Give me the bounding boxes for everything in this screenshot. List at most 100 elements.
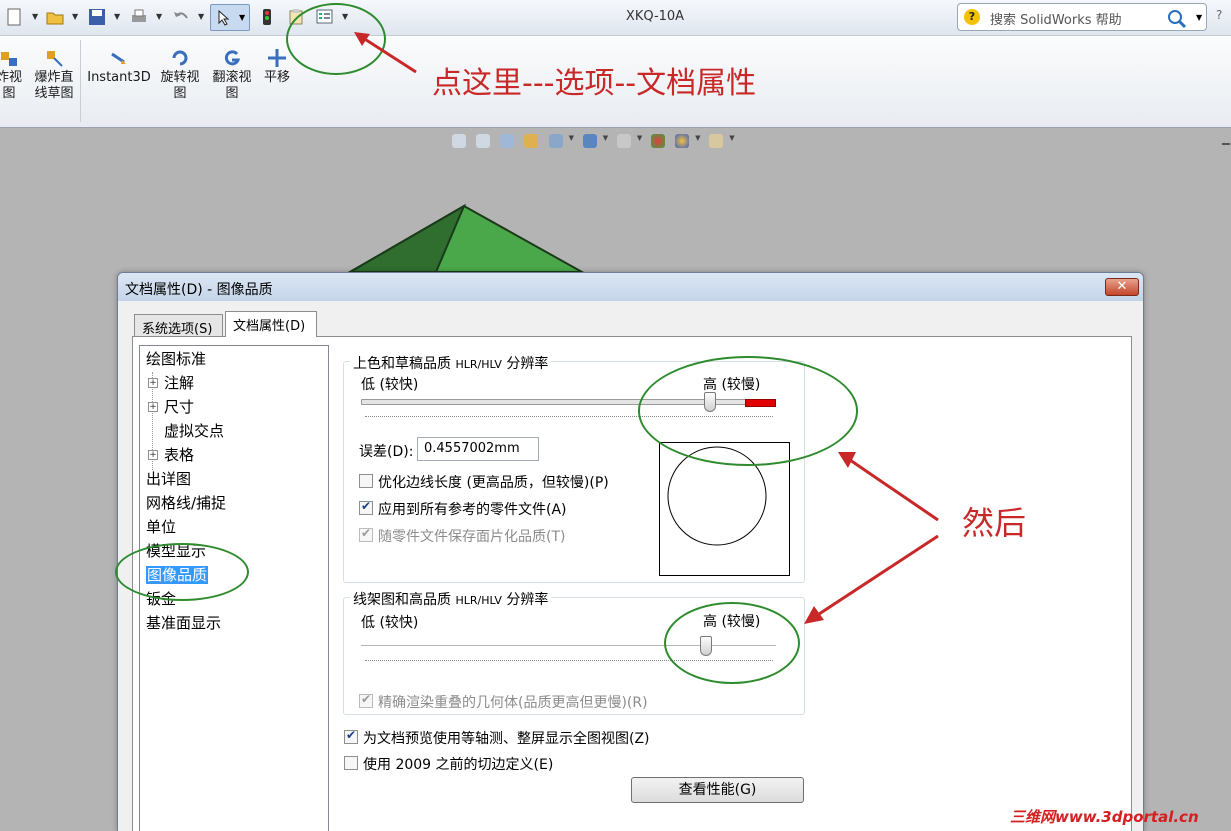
exploded-view-button[interactable]: 炸视 图 xyxy=(0,48,24,102)
apply-scene-icon[interactable] xyxy=(675,133,690,148)
tree-item-label: 绘图标准 xyxy=(146,350,207,368)
print-icon[interactable] xyxy=(130,8,148,26)
chevron-down-icon[interactable]: ▼ xyxy=(729,134,735,148)
tab-label: 系统选项(S) xyxy=(142,322,213,337)
tree-item-grid-snap[interactable]: 网格线/捕捉 xyxy=(146,492,226,514)
window-title: XKQ-10A xyxy=(625,9,685,24)
tree-item-label: 出详图 xyxy=(146,470,192,488)
tab-system-options[interactable]: 系统选项(S) xyxy=(134,314,223,337)
view-settings-icon[interactable] xyxy=(709,133,724,148)
cursor-arrow-icon xyxy=(218,10,230,26)
pan-arrows-icon xyxy=(268,49,286,67)
help-icon: ? xyxy=(964,9,980,25)
view-heads-up-toolbar: ▼ ▼ ▼ ▼ ▼ xyxy=(452,133,739,153)
expand-icon[interactable]: + xyxy=(148,402,158,412)
previous-view-icon[interactable] xyxy=(500,133,515,148)
zoom-to-fit-icon[interactable] xyxy=(452,133,466,148)
expand-icon[interactable]: + xyxy=(148,450,158,460)
explode-view-icon xyxy=(1,52,17,66)
tree-item-plane-display[interactable]: 基准面显示 xyxy=(146,612,221,634)
ribbon-button-label: 图 xyxy=(173,86,187,101)
tree-item-units[interactable]: 单位 xyxy=(146,516,176,538)
pan-button[interactable]: 平移 xyxy=(260,48,294,86)
chevron-down-icon[interactable]: ▼ xyxy=(156,12,162,21)
group-title-tail: 分辨率 xyxy=(501,356,549,372)
group-title-small: HLR/HLV xyxy=(455,594,502,607)
chevron-down-icon[interactable]: ▼ xyxy=(72,12,78,21)
checkbox-label: 应用到所有参考的零件文件(A) xyxy=(378,502,567,518)
highlight-ellipse xyxy=(664,602,800,684)
edit-appearance-icon[interactable] xyxy=(650,133,665,148)
document-properties-dialog: 文档属性(D) - 图像品质 ✕ 系统选项(S) 文档属性(D) 绘图标准 + … xyxy=(117,272,1144,831)
explode-line-sketch-button[interactable]: 爆炸直 线草图 xyxy=(32,48,76,102)
ribbon-button-label: Instant3D xyxy=(87,70,151,85)
slider-low-label: 低 (较快) xyxy=(361,615,419,631)
rebuild-traffic-light-icon[interactable] xyxy=(258,8,276,26)
checkbox-label: 精确渲染重叠的几何体(品质更高但更慢)(R) xyxy=(378,695,648,711)
ribbon-button-label: 线草图 xyxy=(34,86,74,101)
tree-item-virtual-sharps[interactable]: 虚拟交点 xyxy=(146,420,224,442)
rotate-view-button[interactable]: 旋转视 图 xyxy=(157,48,203,102)
chevron-down-icon[interactable]: ▼ xyxy=(637,134,643,148)
dialog-titlebar[interactable]: 文档属性(D) - 图像品质 ✕ xyxy=(118,273,1143,301)
view-orientation-icon[interactable] xyxy=(548,133,563,148)
save-icon[interactable] xyxy=(88,8,106,26)
tree-item-drafting-standard[interactable]: 绘图标准 xyxy=(146,348,206,370)
close-button[interactable]: ✕ xyxy=(1105,278,1139,296)
instant3d-button[interactable]: Instant3D xyxy=(86,48,152,86)
chevron-down-icon[interactable]: ▼ xyxy=(32,12,38,21)
checkbox-label: 为文档预览使用等轴测、整屏显示全图视图(Z) xyxy=(363,731,650,747)
help-button[interactable]: ? xyxy=(1216,8,1222,22)
ribbon-button-label: 图 xyxy=(2,86,16,101)
tree-item-dimensions[interactable]: + 尺寸 xyxy=(146,396,194,418)
apply-to-referenced-parts-checkbox[interactable] xyxy=(359,499,373,515)
roll-view-button[interactable]: 翻滚视 图 xyxy=(209,48,255,102)
tab-label: 文档属性(D) xyxy=(233,319,306,334)
chevron-down-icon[interactable]: ▼ xyxy=(114,12,120,21)
open-folder-icon[interactable] xyxy=(46,8,64,26)
chevron-down-icon[interactable]: ▼ xyxy=(569,134,575,148)
precise-overlap-render-checkbox xyxy=(359,692,373,708)
ribbon-button-label: 图 xyxy=(225,86,239,101)
explode-line-sketch-icon xyxy=(47,51,63,67)
watermark: 三维网www.3dportal.cn xyxy=(1010,808,1199,826)
hide-show-items-icon[interactable] xyxy=(616,133,631,148)
checkbox-label: 使用 2009 之前的切边定义(E) xyxy=(363,757,554,773)
chevron-down-icon[interactable]: ▼ xyxy=(1196,13,1202,22)
instant3d-icon xyxy=(111,52,126,64)
group-title-tail: 分辨率 xyxy=(501,592,549,608)
select-button[interactable]: ▼ xyxy=(210,4,250,31)
chevron-down-icon[interactable]: ▼ xyxy=(603,134,609,148)
isometric-preview-checkbox[interactable] xyxy=(344,728,358,744)
chevron-down-icon[interactable]: ▼ xyxy=(198,12,204,21)
tolerance-input[interactable]: 0.4557002mm xyxy=(417,437,539,461)
section-view-icon[interactable] xyxy=(524,133,539,148)
dialog-body: 绘图标准 + 注解 + 尺寸 虚拟交点 + 表格 出详图 网格线/捕捉 单位 模… xyxy=(132,336,1132,831)
search-input[interactable]: 搜索 SolidWorks 帮助 xyxy=(990,9,1122,28)
ribbon-button-label: 翻滚视 xyxy=(212,70,252,85)
undo-icon[interactable] xyxy=(172,8,190,26)
chevron-down-icon[interactable]: ▼ xyxy=(695,134,701,148)
tab-document-properties[interactable]: 文档属性(D) xyxy=(225,311,317,337)
zoom-to-area-icon[interactable] xyxy=(476,133,491,148)
tree-item-detailing[interactable]: 出详图 xyxy=(146,468,191,490)
rotate-view-icon xyxy=(172,50,188,66)
display-style-icon[interactable] xyxy=(582,133,597,148)
tree-item-annotations[interactable]: + 注解 xyxy=(146,372,194,394)
tree-item-label: 网格线/捕捉 xyxy=(146,494,227,512)
ribbon-button-label: 平移 xyxy=(263,70,290,85)
expand-icon[interactable]: + xyxy=(148,378,158,388)
chevron-down-icon[interactable]: ▼ xyxy=(239,13,245,22)
pre-2009-tangent-edge-checkbox[interactable] xyxy=(344,756,358,770)
slider-low-label: 低 (较快) xyxy=(361,377,419,393)
group-title: 线架图和高品质 HLR/HLV 分辨率 xyxy=(350,589,552,609)
annotation-arrows xyxy=(804,452,939,624)
help-search-box[interactable]: ? 搜索 SolidWorks 帮助 ▼ xyxy=(957,3,1207,31)
optimize-edge-length-checkbox[interactable] xyxy=(359,474,373,488)
viewport-handle[interactable] xyxy=(1222,143,1230,145)
view-performance-button[interactable]: 查看性能(G) xyxy=(631,777,804,803)
search-icon[interactable] xyxy=(1166,8,1188,30)
tree-item-tables[interactable]: + 表格 xyxy=(146,444,194,466)
ribbon-button-label: 旋转视 xyxy=(160,70,200,85)
new-document-icon[interactable] xyxy=(5,8,23,26)
